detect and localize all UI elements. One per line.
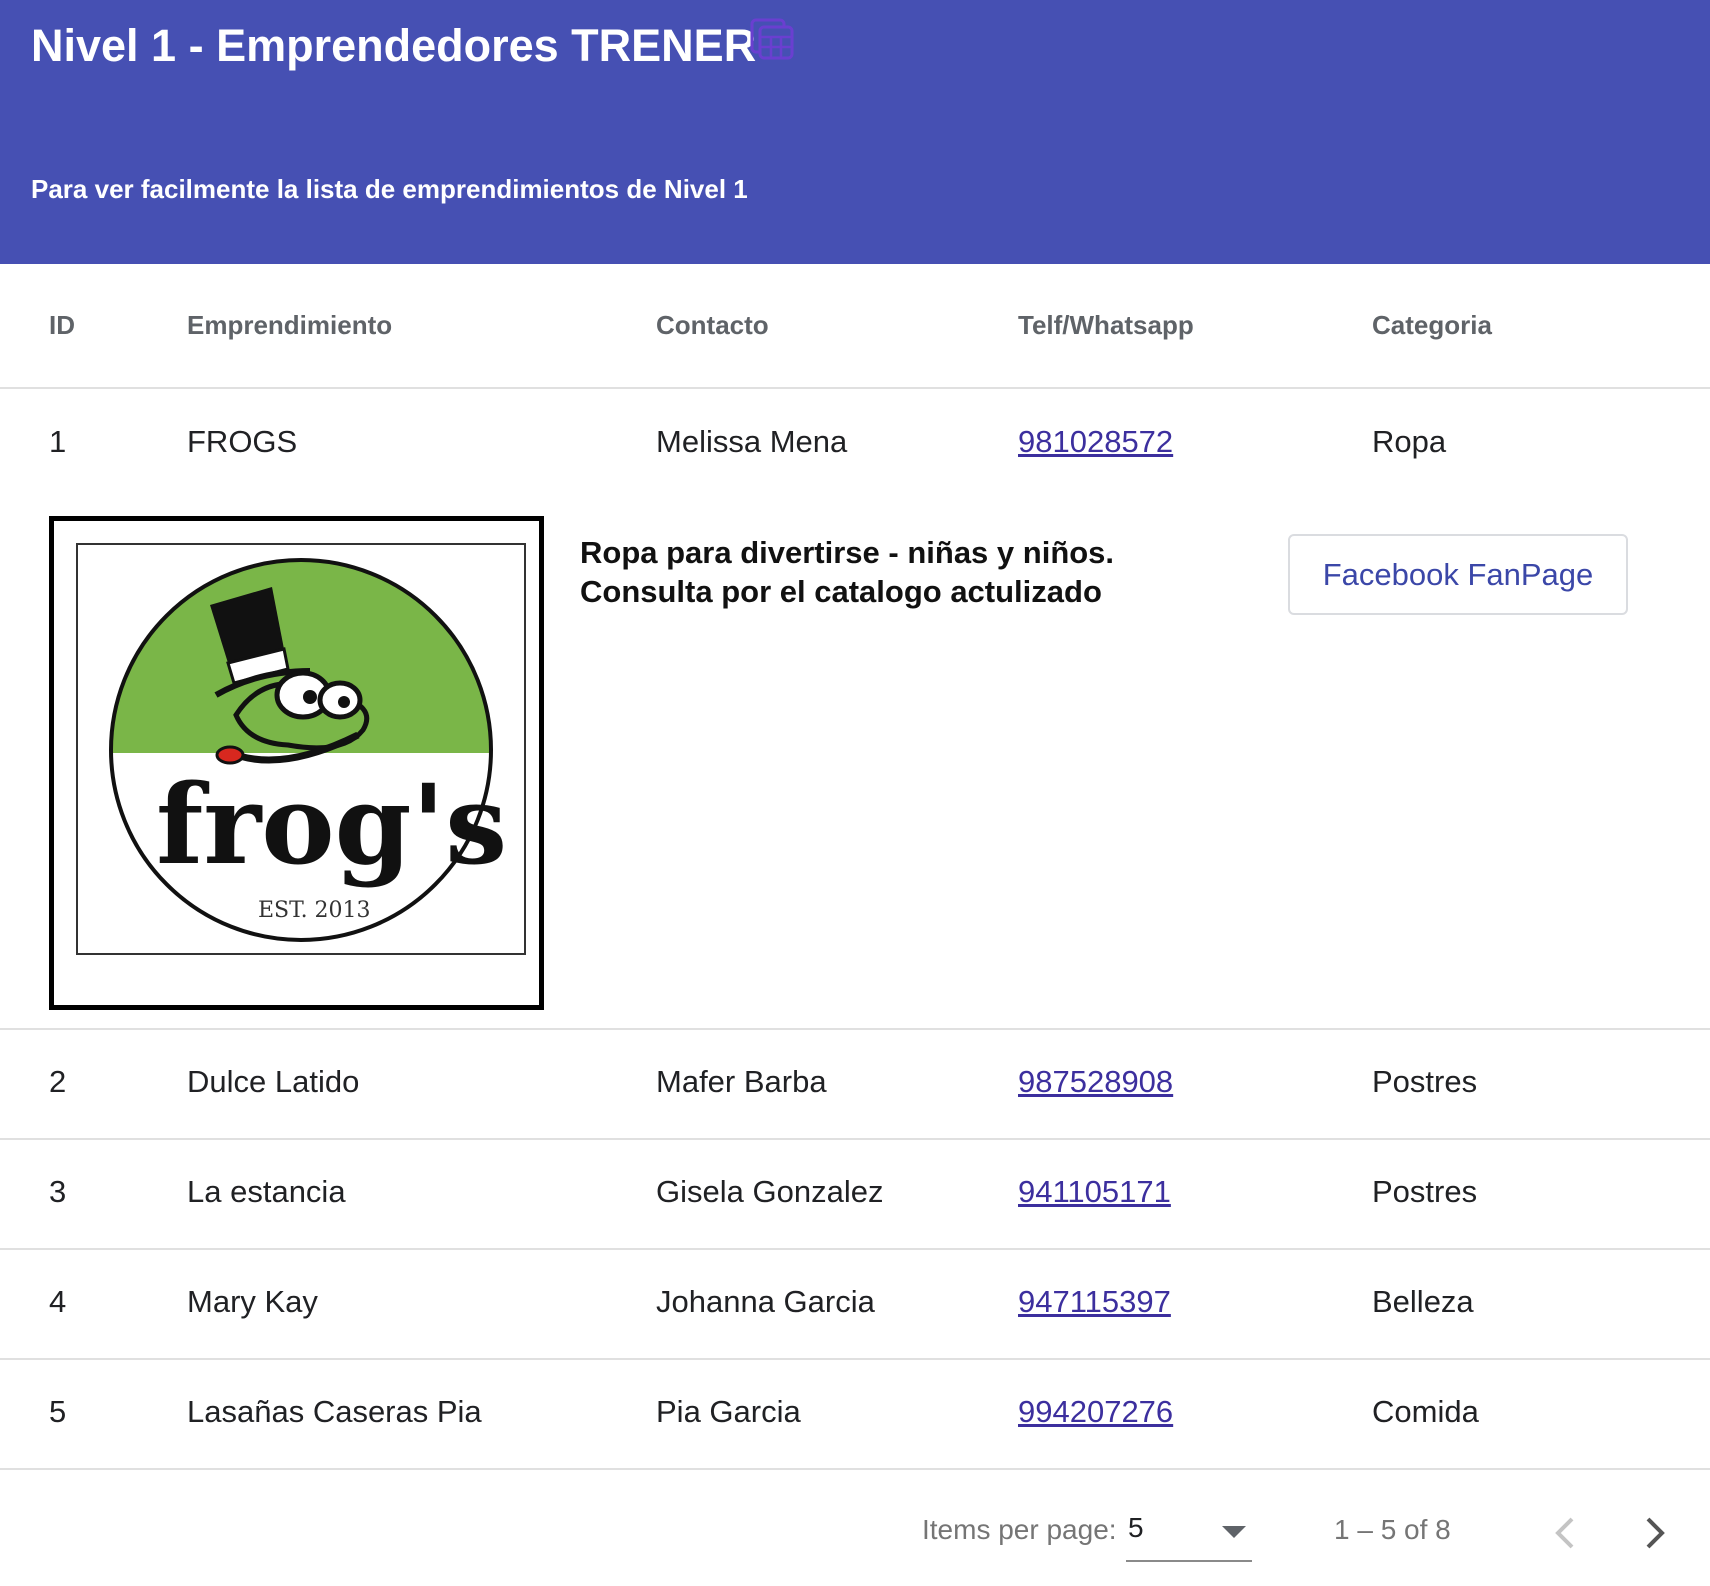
- logo-wordmark: frog's: [156, 760, 507, 889]
- cell-emprendimiento: La estancia: [187, 1174, 346, 1209]
- cell-id: 4: [49, 1284, 67, 1319]
- next-page-button[interactable]: [1628, 1505, 1684, 1561]
- row-divider: [0, 1468, 1710, 1470]
- page-subtitle: Para ver facilmente la lista de emprendi…: [31, 174, 748, 204]
- dropdown-arrow-icon: [1222, 1526, 1246, 1538]
- chevron-right-icon: [1646, 1517, 1665, 1549]
- page-header: Nivel 1 - Emprendedores TRENER Para ver …: [0, 0, 1710, 264]
- cell-emprendimiento: Dulce Latido: [187, 1064, 360, 1099]
- cell-id: 5: [49, 1394, 67, 1429]
- logo-inner-frame: frog's EST. 2013: [76, 543, 526, 955]
- page-size-value: 5: [1128, 1512, 1144, 1543]
- cell-contacto: Mafer Barba: [656, 1064, 827, 1099]
- cell-categoria: Belleza: [1372, 1284, 1474, 1319]
- description-line: Ropa para divertirse - niñas y niños.: [580, 535, 1115, 570]
- cell-contacto: Melissa Mena: [656, 424, 848, 459]
- cell-contacto: Johanna Garcia: [656, 1284, 875, 1319]
- facebook-fanpage-button[interactable]: Facebook FanPage: [1288, 534, 1628, 615]
- business-description: Ropa para divertirse - niñas y niños. Co…: [580, 533, 1114, 611]
- description-line: Consulta por el catalogo actulizado: [580, 574, 1102, 609]
- cell-id: 1: [49, 424, 67, 459]
- phone-link[interactable]: 994207276: [1018, 1394, 1173, 1430]
- column-header-contacto[interactable]: Contacto: [656, 310, 769, 341]
- spreadsheet-icon[interactable]: [750, 18, 794, 60]
- previous-page-button[interactable]: [1538, 1505, 1594, 1561]
- cell-emprendimiento: Lasañas Caseras Pia: [187, 1394, 482, 1429]
- cell-contacto: Pia Garcia: [656, 1394, 801, 1429]
- phone-link[interactable]: 981028572: [1018, 424, 1173, 460]
- page-size-select[interactable]: 5: [1126, 1500, 1252, 1562]
- column-header-emprendimiento[interactable]: Emprendimiento: [187, 310, 392, 341]
- phone-link[interactable]: 987528908: [1018, 1064, 1173, 1100]
- column-header-id[interactable]: ID: [49, 310, 75, 341]
- chevron-left-icon: [1555, 1517, 1574, 1549]
- frog-logo-icon: frog's EST. 2013: [109, 558, 507, 942]
- cell-categoria: Ropa: [1372, 424, 1447, 459]
- cell-categoria: Postres: [1372, 1174, 1478, 1209]
- phone-link[interactable]: 947115397: [1018, 1284, 1171, 1320]
- cell-categoria: Postres: [1372, 1064, 1478, 1099]
- page-range-label: 1 – 5 of 8: [1334, 1514, 1451, 1545]
- cell-emprendimiento: Mary Kay: [187, 1284, 318, 1319]
- cell-emprendimiento: FROGS: [187, 424, 298, 459]
- column-header-telefono[interactable]: Telf/Whatsapp: [1018, 310, 1194, 341]
- cell-contacto: Gisela Gonzalez: [656, 1174, 884, 1209]
- table-header: ID Emprendimiento Contacto Telf/Whatsapp…: [0, 264, 1710, 389]
- cell-id: 2: [49, 1064, 67, 1099]
- column-header-categoria[interactable]: Categoria: [1372, 310, 1492, 341]
- row-divider: [0, 1358, 1710, 1360]
- items-per-page-label: Items per page:: [922, 1514, 1117, 1545]
- brand-logo-image: frog's EST. 2013: [49, 516, 544, 1010]
- row-divider: [0, 1028, 1710, 1030]
- cell-categoria: Comida: [1372, 1394, 1479, 1429]
- logo-est-text: EST. 2013: [258, 898, 371, 923]
- page-title: Nivel 1 - Emprendedores TRENER: [31, 20, 757, 71]
- row-divider: [0, 1248, 1710, 1250]
- cell-id: 3: [49, 1174, 67, 1209]
- row-divider: [0, 1138, 1710, 1140]
- phone-link[interactable]: 941105171: [1018, 1174, 1171, 1210]
